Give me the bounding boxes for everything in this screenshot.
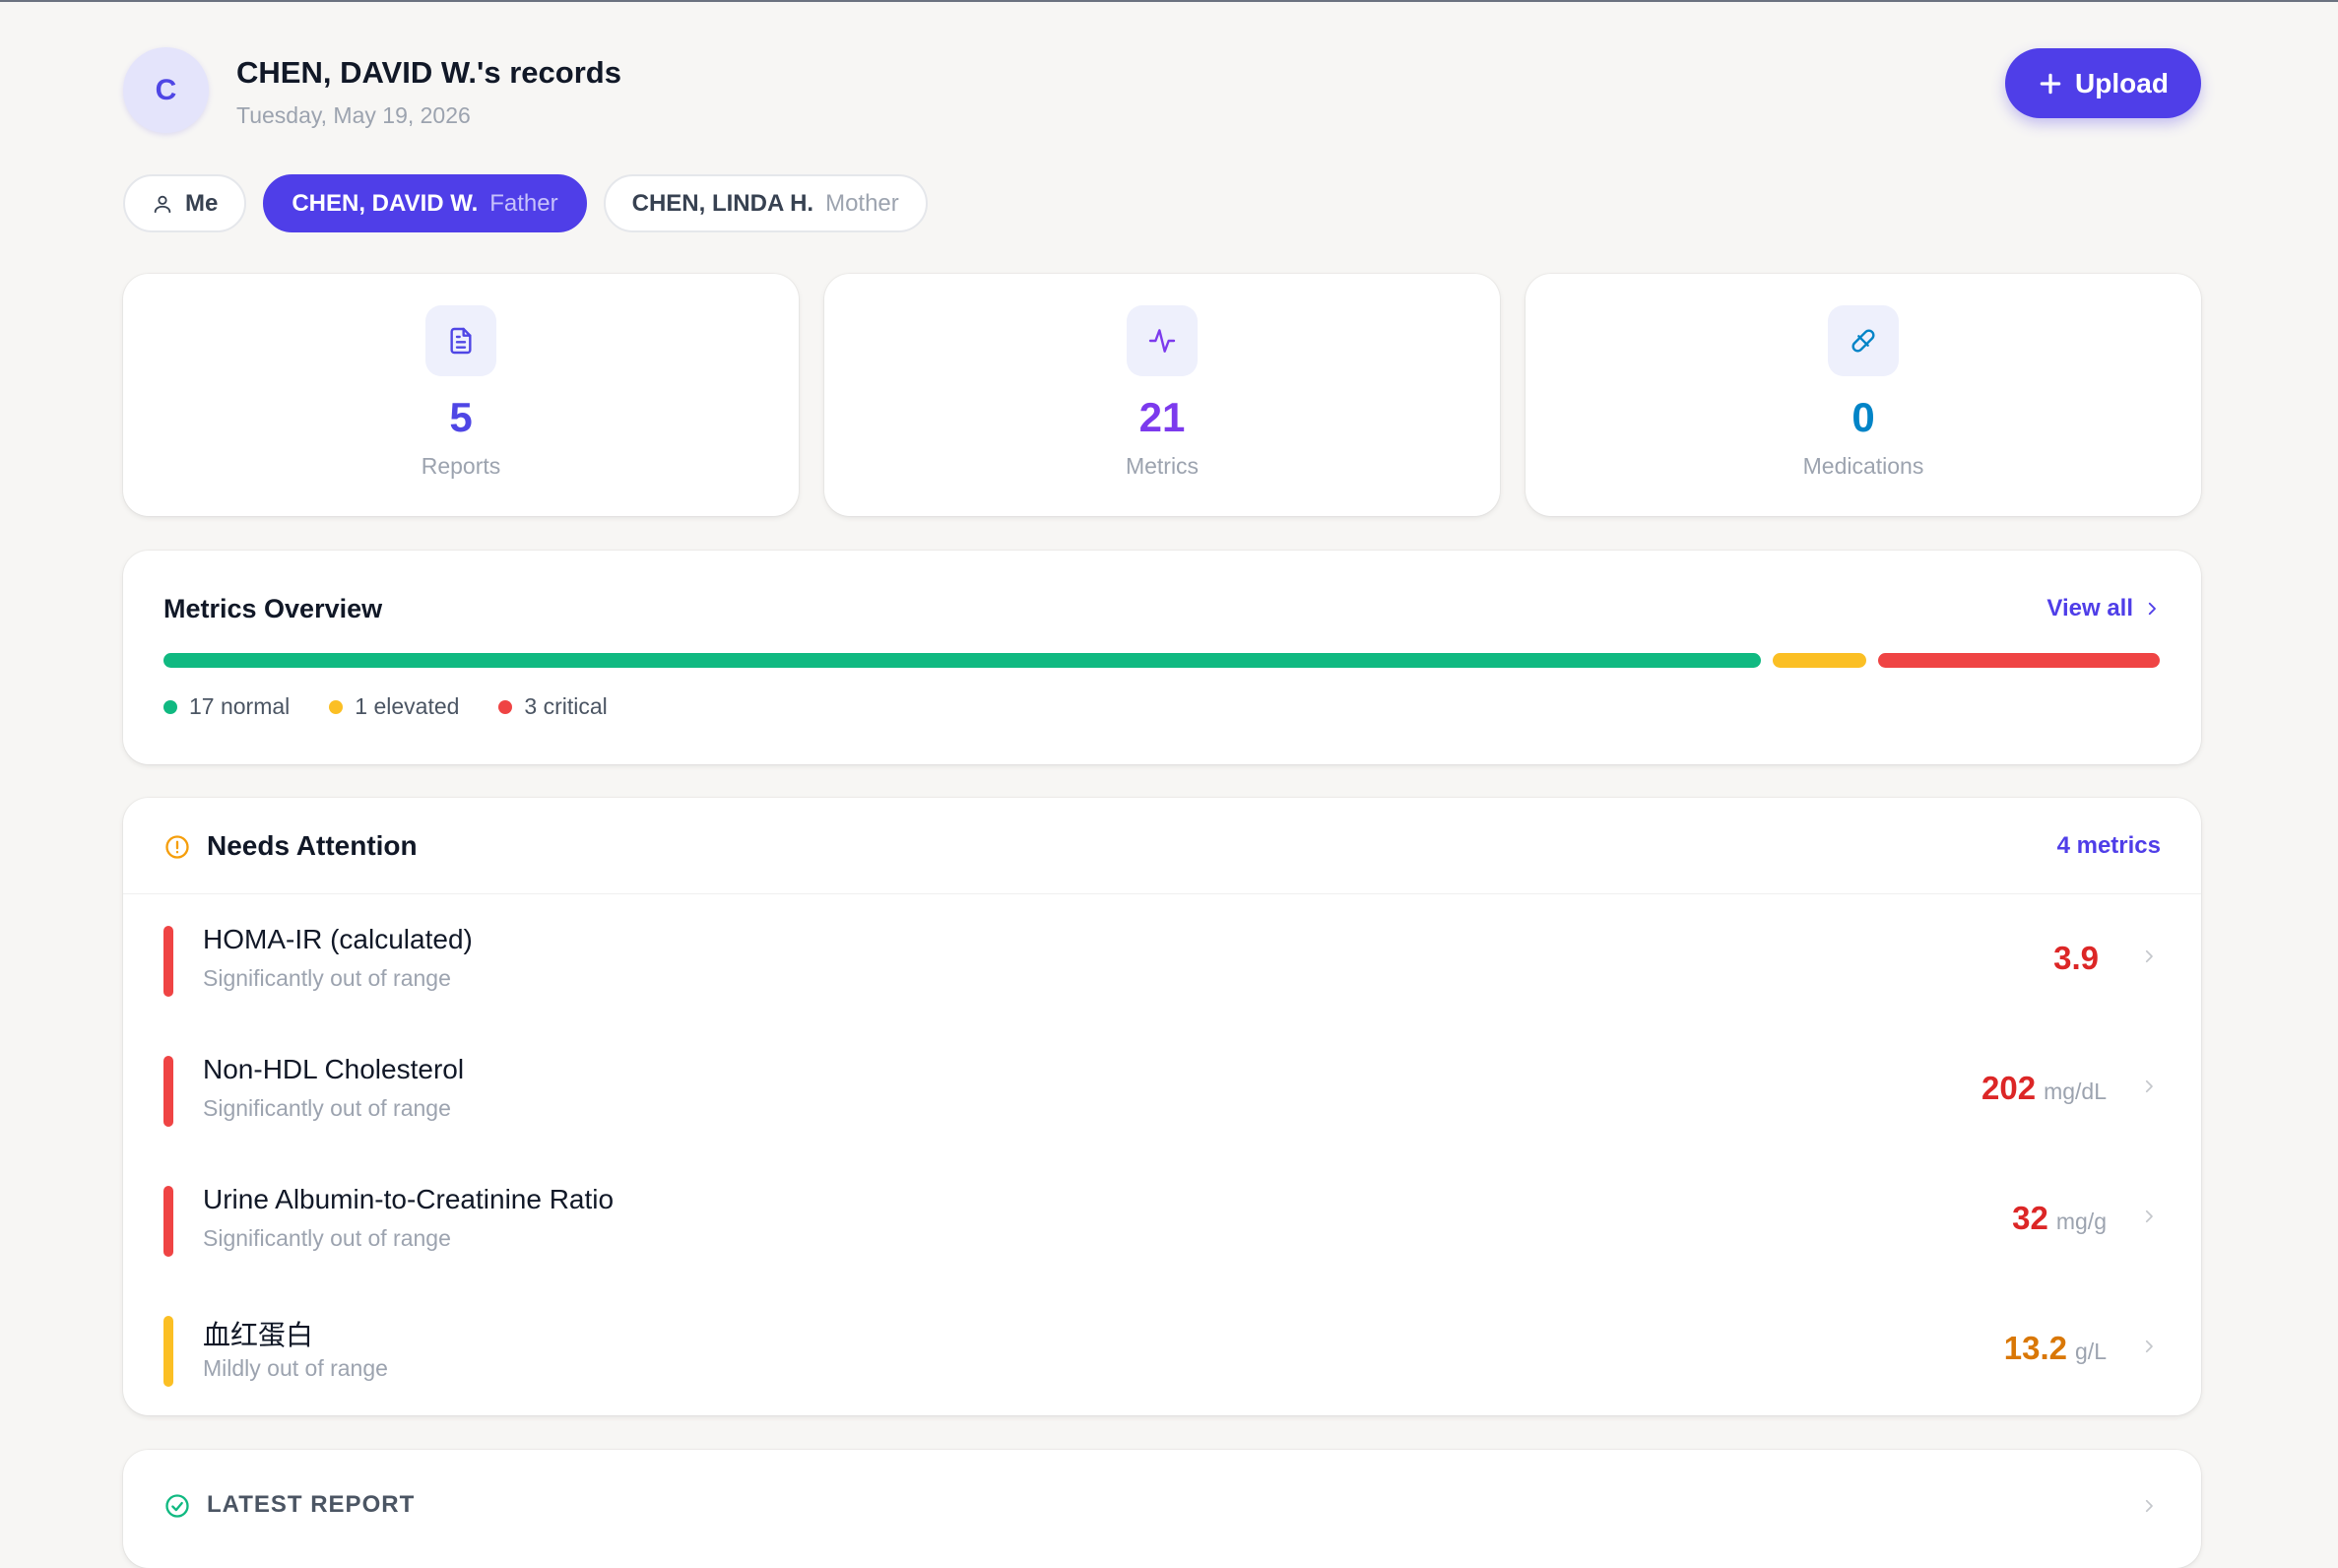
metric-value-group: 32 mg/g (2012, 1200, 2107, 1237)
list-item[interactable]: Non-HDL Cholesterol Significantly out of… (123, 1024, 2201, 1154)
status-dot (498, 699, 513, 714)
section-title: LATEST REPORT (207, 1491, 416, 1518)
stat-label: Reports (421, 453, 501, 479)
bar-segment-elevated (1773, 653, 1866, 668)
stat-label: Medications (1802, 453, 1924, 479)
legend-label: 3 critical (524, 693, 608, 719)
metric-value-group: 3.9 (2053, 940, 2107, 977)
stat-card-reports[interactable]: 5 Reports (123, 274, 799, 516)
icon-tile (1127, 305, 1198, 376)
tab-label: Me (185, 189, 219, 217)
stat-value: 21 (1138, 394, 1186, 440)
metric-name: Non-HDL Cholesterol (203, 1054, 465, 1084)
chevron-right-icon (2145, 1499, 2153, 1513)
legend-label: 17 normal (189, 693, 291, 719)
metric-unit: mg/dL (2044, 1078, 2107, 1104)
needs-attention-card: Needs Attention 4 metrics HOMA-IR (calcu… (123, 798, 2201, 1415)
legend-label: 1 elevated (355, 693, 460, 719)
metric-value: 32 (2012, 1200, 2048, 1236)
metric-value-group: 202 mg/dL (1981, 1070, 2107, 1107)
tab-chen-david[interactable]: CHEN, DAVID W. Father (263, 174, 587, 232)
top-divider (0, 0, 2338, 2)
metric-name: HOMA-IR (calculated) (203, 924, 473, 954)
metric-value: 13.2 (2003, 1330, 2068, 1366)
section-title: Needs Attention (207, 830, 418, 861)
metric-status: Significantly out of range (203, 1095, 451, 1121)
severity-indicator (163, 1186, 173, 1257)
latest-report-card[interactable]: LATEST REPORT (123, 1450, 2201, 1568)
severity-indicator (163, 926, 173, 997)
status-dot (329, 699, 344, 714)
list-item[interactable]: 血红蛋白 Mildly out of range 13.2 g/L (123, 1284, 2201, 1414)
chevron-right-icon (2148, 602, 2156, 616)
bar-segment-normal (163, 653, 1761, 668)
page-header: C CHEN, DAVID W.'s records Tuesday, May … (123, 47, 2201, 138)
view-all-link[interactable]: View all (2046, 595, 2161, 622)
tab-label: CHEN, DAVID W. (292, 189, 479, 217)
stat-label: Metrics (1125, 453, 1200, 479)
person-tabs: Me CHEN, DAVID W. Father CHEN, LINDA H. … (123, 174, 928, 232)
tab-relation: Mother (825, 189, 899, 217)
tab-label: CHEN, LINDA H. (631, 189, 814, 217)
alert-circle-icon (165, 835, 189, 859)
metric-value: 3.9 (2053, 940, 2099, 976)
metric-unit: g/L (2075, 1339, 2107, 1364)
severity-indicator (163, 1056, 173, 1127)
card-header: Needs Attention 4 metrics (123, 798, 2201, 894)
metric-unit: mg/g (2055, 1209, 2107, 1234)
chevron-right-icon (2145, 1339, 2153, 1353)
legend-item-elevated: 1 elevated (329, 693, 459, 720)
stat-value: 5 (449, 394, 473, 440)
pill-icon (1851, 329, 1875, 353)
metrics-overview-card: Metrics Overview View all 17 normal 1 el… (123, 551, 2201, 764)
upload-button[interactable]: Upload (2005, 48, 2201, 118)
chevron-right-icon (2145, 949, 2153, 963)
page-title: CHEN, DAVID W.'s records (236, 55, 621, 90)
upload-button-label: Upload (2075, 67, 2169, 98)
tab-chen-linda[interactable]: CHEN, LINDA H. Mother (603, 174, 928, 232)
document-icon (450, 327, 472, 355)
legend-item-critical: 3 critical (498, 693, 608, 720)
activity-icon (1148, 329, 1176, 353)
stat-card-metrics[interactable]: 21 Metrics (824, 274, 1500, 516)
severity-indicator (163, 1316, 173, 1387)
chevron-right-icon (2145, 1079, 2153, 1093)
metric-name: Urine Albumin-to-Creatinine Ratio (203, 1184, 615, 1214)
check-circle-icon (165, 1494, 189, 1518)
status-distribution-bar (163, 653, 2161, 668)
user-icon (154, 195, 171, 213)
bar-segment-critical (1878, 653, 2160, 668)
metric-value: 202 (1981, 1070, 2037, 1106)
status-dot (163, 699, 177, 714)
tab-me[interactable]: Me (123, 174, 247, 232)
list-item[interactable]: Urine Albumin-to-Creatinine Ratio Signif… (123, 1154, 2201, 1284)
list-item[interactable]: HOMA-IR (calculated) Significantly out o… (123, 894, 2201, 1024)
page-date: Tuesday, May 19, 2026 (236, 102, 471, 128)
icon-tile (425, 305, 496, 376)
metric-value-group: 13.2 g/L (2004, 1330, 2107, 1367)
metric-status: Significantly out of range (203, 965, 451, 991)
metric-status: Significantly out of range (203, 1225, 451, 1251)
section-title: Metrics Overview (163, 594, 383, 623)
tab-relation: Father (489, 189, 558, 217)
icon-tile (1828, 305, 1899, 376)
legend-item-normal: 17 normal (163, 693, 290, 720)
metrics-count-link[interactable]: 4 metrics (2057, 832, 2161, 860)
metric-name: 血红蛋白 (203, 1320, 314, 1350)
metric-status: Mildly out of range (203, 1355, 388, 1381)
stat-card-medications[interactable]: 0 Medications (1526, 274, 2201, 516)
view-all-label: View all (2046, 595, 2133, 621)
stats-row: 5 Reports 21 Metrics 0 Medications (123, 274, 2201, 516)
stat-value: 0 (1851, 394, 1875, 440)
status-legend: 17 normal 1 elevated 3 critical (163, 693, 608, 720)
avatar[interactable]: C (123, 47, 209, 133)
chevron-right-icon (2145, 1209, 2153, 1223)
plus-icon (2040, 73, 2061, 94)
